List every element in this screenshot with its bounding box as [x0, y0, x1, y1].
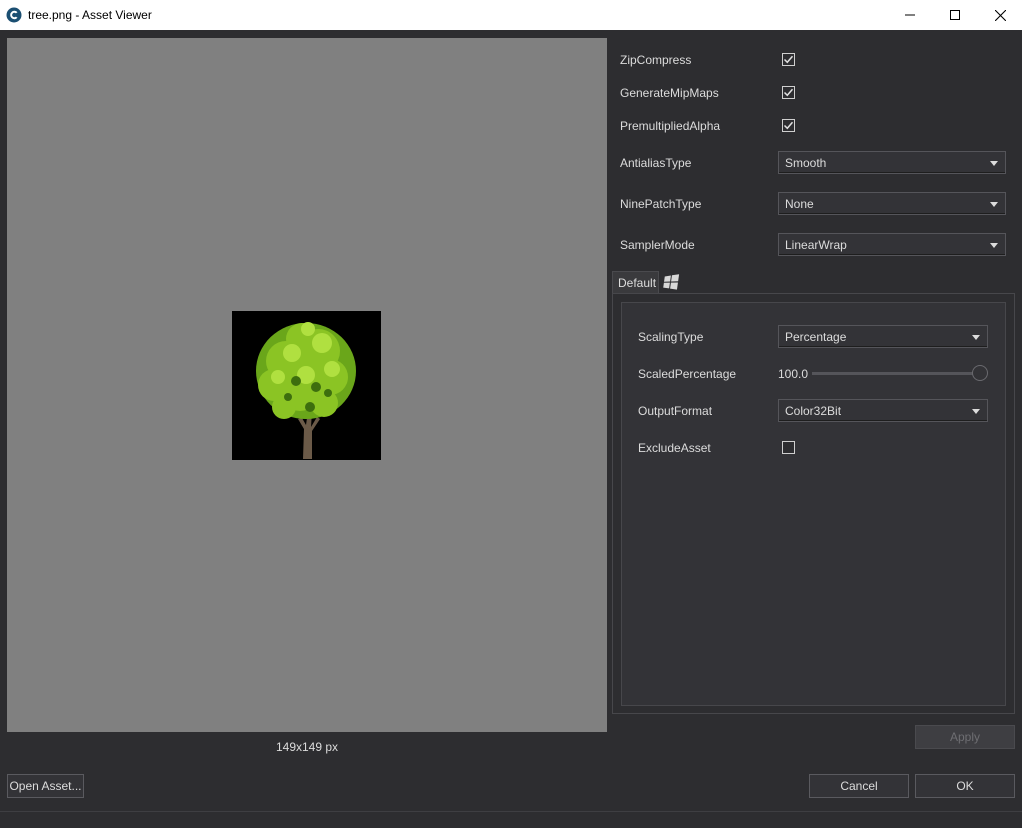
premultiplied-alpha-checkbox[interactable]: [782, 119, 795, 132]
scaling-type-value: Percentage: [785, 330, 847, 344]
exclude-asset-checkbox[interactable]: [782, 441, 795, 454]
apply-button[interactable]: Apply: [915, 725, 1015, 749]
chevron-down-icon: [972, 409, 980, 414]
ninepatch-type-label: NinePatchType: [620, 197, 702, 211]
chevron-down-icon: [990, 243, 998, 248]
antialias-type-value: Smooth: [785, 156, 827, 170]
status-bar: [0, 811, 1022, 828]
ninepatch-type-value: None: [785, 197, 814, 211]
scaling-type-dropdown[interactable]: Percentage: [778, 325, 988, 348]
scaled-percentage-value: 100.0: [778, 367, 809, 381]
maximize-button[interactable]: [932, 0, 978, 30]
maximize-icon: [950, 10, 960, 20]
output-format-value: Color32Bit: [785, 404, 842, 418]
zip-compress-checkbox[interactable]: [782, 53, 795, 66]
sampler-mode-label: SamplerMode: [620, 238, 695, 252]
cancel-button[interactable]: Cancel: [809, 774, 909, 798]
chevron-down-icon: [990, 161, 998, 166]
antialias-type-dropdown[interactable]: Smooth: [778, 151, 1006, 174]
ok-button[interactable]: OK: [915, 774, 1015, 798]
sampler-mode-dropdown[interactable]: LinearWrap: [778, 233, 1006, 256]
image-dimensions-label: 149x149 px: [275, 740, 339, 754]
chevron-down-icon: [990, 202, 998, 207]
checkmark-icon: [783, 121, 794, 130]
tab-default[interactable]: Default: [612, 271, 659, 293]
output-format-dropdown[interactable]: Color32Bit: [778, 399, 988, 422]
checkmark-icon: [783, 88, 794, 97]
chevron-down-icon: [972, 335, 980, 340]
generate-mipmaps-label: GenerateMipMaps: [620, 86, 719, 100]
checkmark-icon: [783, 55, 794, 64]
ninepatch-type-dropdown[interactable]: None: [778, 192, 1006, 215]
tree-image-preview: [232, 311, 381, 460]
tab-windows[interactable]: [660, 271, 684, 293]
close-icon: [994, 9, 1006, 21]
zip-compress-label: ZipCompress: [620, 53, 692, 67]
platform-settings-group: [621, 302, 1006, 706]
app-logo-icon: [6, 7, 22, 23]
tab-default-label: Default: [618, 276, 657, 290]
antialias-type-label: AntialiasType: [620, 156, 692, 170]
exclude-asset-label: ExcludeAsset: [638, 441, 711, 455]
scaled-percentage-slider-thumb[interactable]: [972, 365, 988, 381]
windows-logo-icon: [663, 274, 680, 290]
minimize-button[interactable]: [887, 0, 933, 30]
asset-preview-area[interactable]: [7, 38, 607, 732]
open-asset-button[interactable]: Open Asset...: [7, 774, 84, 798]
window-title: tree.png - Asset Viewer: [28, 8, 152, 22]
minimize-icon: [905, 14, 915, 16]
output-format-label: OutputFormat: [638, 404, 713, 418]
scaled-percentage-slider-track[interactable]: [812, 372, 980, 375]
title-bar[interactable]: tree.png - Asset Viewer: [0, 0, 1022, 30]
sampler-mode-value: LinearWrap: [785, 238, 847, 252]
generate-mipmaps-checkbox[interactable]: [782, 86, 795, 99]
close-button[interactable]: [977, 0, 1022, 30]
scaling-type-label: ScalingType: [638, 330, 704, 344]
premultiplied-alpha-label: PremultipliedAlpha: [620, 119, 721, 133]
scaled-percentage-label: ScaledPercentage: [638, 367, 737, 381]
